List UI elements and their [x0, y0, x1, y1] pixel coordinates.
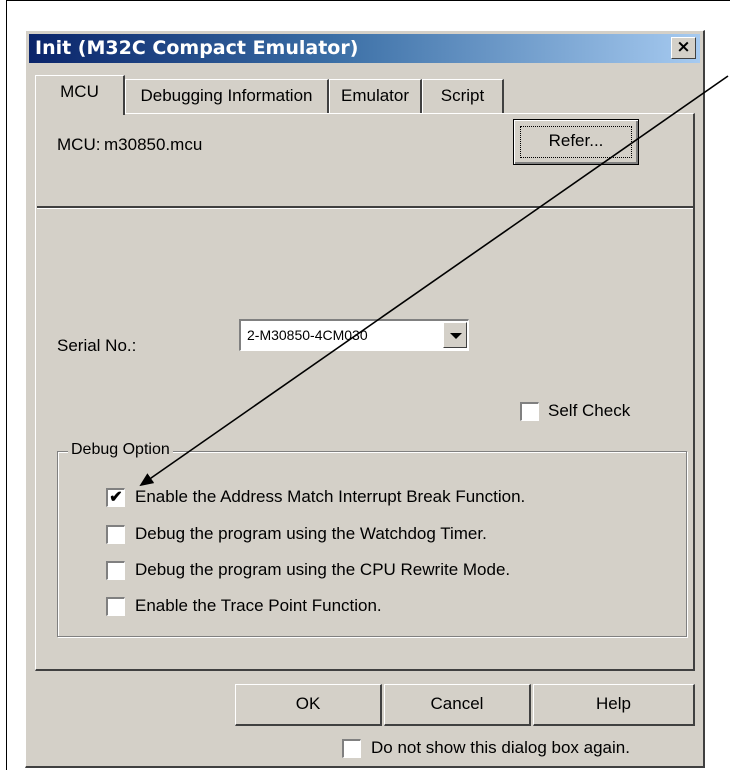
tab-emulator-label: Emulator	[340, 86, 410, 105]
tab-script-label: Script	[440, 86, 485, 105]
help-button-label: Help	[596, 694, 631, 713]
ok-button-label: OK	[295, 694, 321, 713]
dont-show-again-checkbox[interactable]	[342, 739, 361, 758]
tab-debugging-information[interactable]: Debugging Information	[125, 79, 329, 113]
dont-show-again-label: Do not show this dialog box again.	[371, 738, 630, 757]
tab-emulator[interactable]: Emulator	[329, 79, 422, 113]
tab-panel-mcu	[35, 113, 695, 671]
tab-script[interactable]: Script	[422, 79, 504, 113]
ok-button[interactable]: OK	[235, 684, 382, 726]
tab-debugging-information-label: Debugging Information	[140, 86, 313, 105]
close-icon: ×	[676, 37, 691, 57]
help-button[interactable]: Help	[533, 684, 695, 726]
tab-mcu-label: MCU	[60, 82, 99, 101]
init-dialog: Init (M32C Compact Emulator) × MCU Debug…	[25, 30, 705, 768]
cancel-button-label: Cancel	[430, 694, 484, 713]
close-button[interactable]: ×	[671, 37, 696, 59]
tab-mcu[interactable]: MCU	[35, 75, 125, 115]
cancel-button[interactable]: Cancel	[384, 684, 531, 726]
title-bar: Init (M32C Compact Emulator) ×	[29, 34, 700, 63]
dialog-title: Init (M32C Compact Emulator)	[35, 37, 359, 59]
